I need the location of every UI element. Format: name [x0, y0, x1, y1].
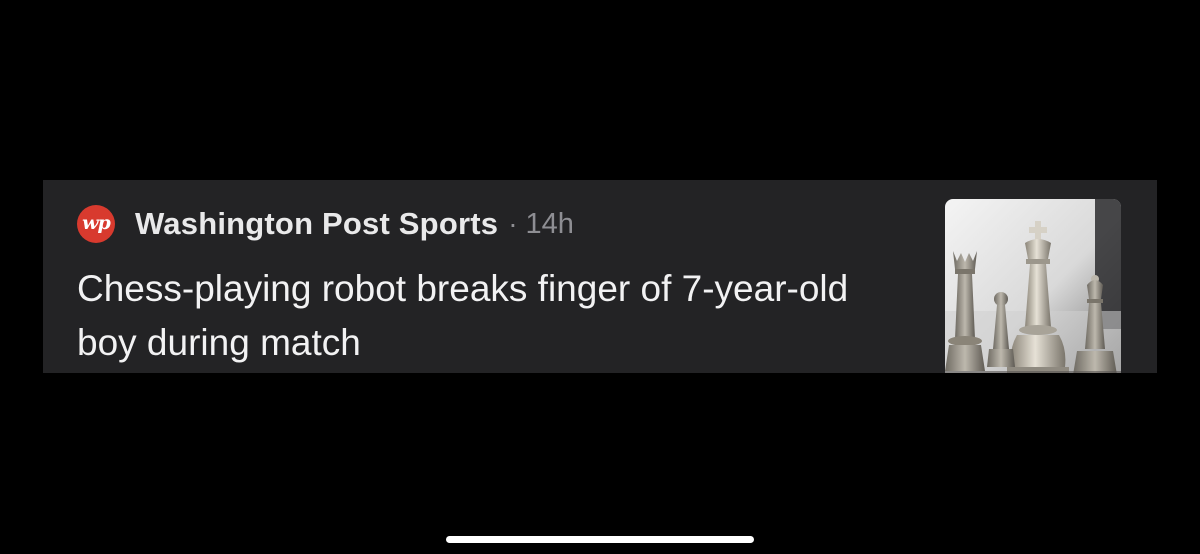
source-name[interactable]: Washington Post Sports: [135, 206, 498, 242]
chess-pieces-image: [945, 199, 1121, 373]
meta-separator: ·: [508, 208, 518, 239]
logo-text: wp: [82, 212, 111, 234]
phone-screen: wp Washington Post Sports · 14h Chess-pl…: [0, 0, 1200, 554]
washington-post-logo-icon: wp: [77, 205, 115, 243]
headline[interactable]: Chess-playing robot breaks finger of 7-y…: [77, 262, 857, 370]
home-indicator[interactable]: [446, 536, 754, 543]
post-time: 14h: [525, 207, 574, 240]
chess-pieces-thumbnail[interactable]: [945, 199, 1121, 373]
source-row: wp Washington Post Sports · 14h: [77, 204, 574, 244]
news-card[interactable]: wp Washington Post Sports · 14h Chess-pl…: [43, 180, 1157, 373]
